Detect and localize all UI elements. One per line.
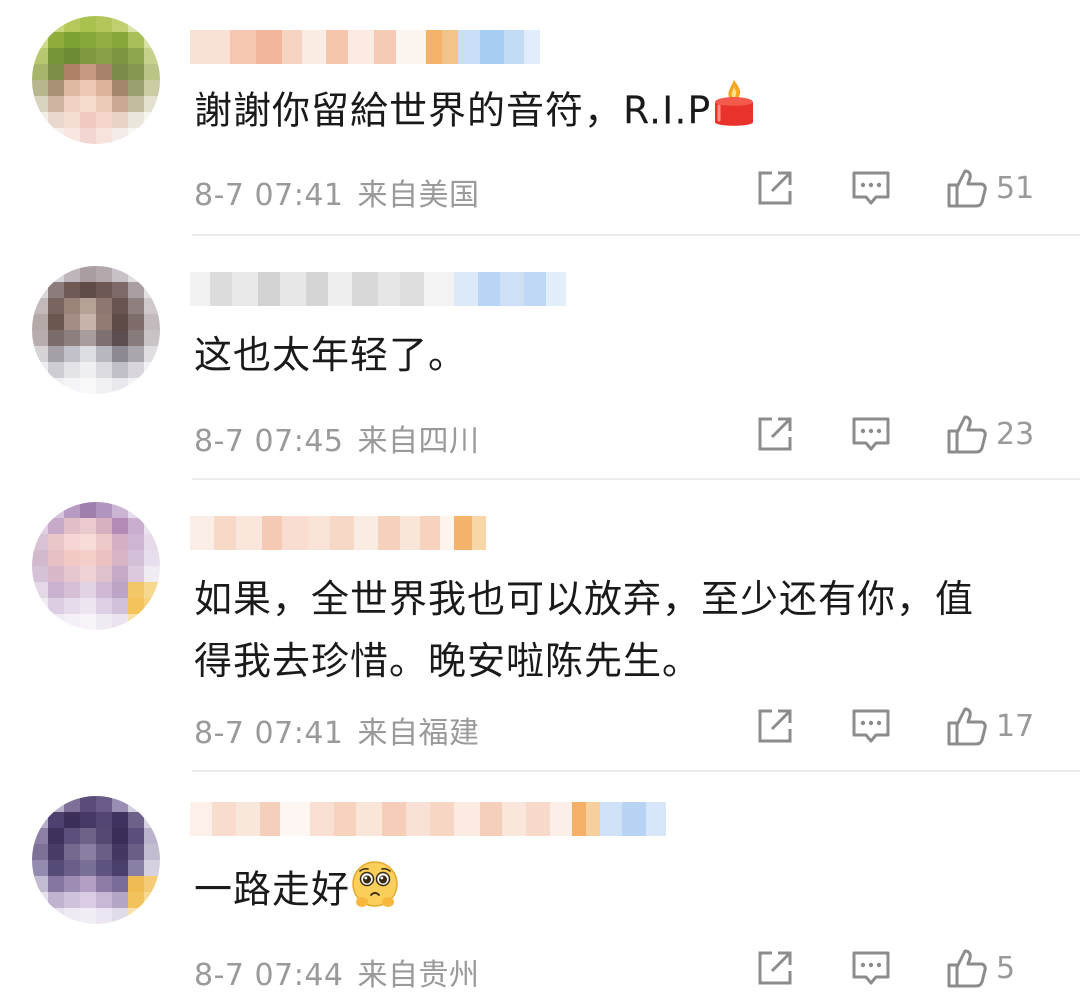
username-blurred[interactable] [190,802,666,836]
pleading-face-icon [350,858,400,926]
avatar[interactable] [32,16,160,144]
avatar[interactable] [32,796,160,924]
comment-time: 8-7 07:45 [194,424,344,459]
thumbs-up-icon[interactable] [946,167,988,209]
thumbs-up-icon[interactable] [946,705,988,747]
like-count: 5 [996,950,1016,986]
username-blurred[interactable] [190,30,540,64]
comment-text: 这也太年轻了。 [194,333,468,377]
comment-icon[interactable] [850,413,892,455]
comment-location: 来自贵州 [357,958,480,993]
comment-item: 如果，全世界我也可以放弃，至少还有你，值 得我去珍惜。晚安啦陈先生。 8-7 0… [0,480,1080,772]
comment-meta: 8-7 07:45 来自四川 [194,416,480,460]
comment-actions: 5 [754,946,1040,990]
avatar[interactable] [32,266,160,394]
username-blurred[interactable] [190,272,566,306]
comment-item: 謝謝你留給世界的音符，R.I.P 8-7 07:41 来自美国 51 [0,0,1080,236]
comment-actions: 17 [754,704,1040,748]
like-count: 23 [996,416,1035,452]
like-button[interactable]: 51 [946,167,1040,209]
share-icon[interactable] [754,947,796,989]
comment-text: 一路走好 [194,858,1050,926]
like-count: 51 [996,170,1035,206]
share-icon[interactable] [754,167,796,209]
candle-icon [711,78,757,148]
share-icon[interactable] [754,705,796,747]
comment-actions: 23 [754,412,1040,456]
like-count: 17 [996,708,1035,744]
thumbs-up-icon[interactable] [946,947,988,989]
comment-text-line: 得我去珍惜。晚安啦陈先生。 [194,639,702,683]
avatar[interactable] [32,502,160,630]
comment-icon[interactable] [850,947,892,989]
comment-text: 謝謝你留給世界的音符，R.I.P [194,78,1050,148]
comment-meta: 8-7 07:44 来自贵州 [194,950,480,994]
comment-location: 来自四川 [357,424,480,459]
like-button[interactable]: 23 [946,413,1040,455]
comment-icon[interactable] [850,705,892,747]
comment-icon[interactable] [850,167,892,209]
comment-text-line: 如果，全世界我也可以放弃，至少还有你，值 [194,577,975,621]
thumbs-up-icon[interactable] [946,413,988,455]
comment-text: 如果，全世界我也可以放弃，至少还有你，值 得我去珍惜。晚安啦陈先生。 [194,568,1050,692]
comment-actions: 51 [754,166,1040,210]
comment-time: 8-7 07:41 [194,716,344,751]
username-blurred[interactable] [190,516,486,550]
comment-time: 8-7 07:41 [194,178,344,213]
comment-meta: 8-7 07:41 来自美国 [194,170,480,214]
comment-item: 这也太年轻了。 8-7 07:45 来自四川 23 [0,236,1080,480]
comment-item: 一路走好 8-7 07:44 来自贵州 5 [0,772,1080,1006]
like-button[interactable]: 5 [946,947,1040,989]
comment-meta: 8-7 07:41 来自福建 [194,708,480,752]
share-icon[interactable] [754,413,796,455]
comment-time: 8-7 07:44 [194,958,344,993]
comment-location: 来自福建 [357,716,480,751]
like-button[interactable]: 17 [946,705,1040,747]
comment-location: 来自美国 [357,178,480,213]
